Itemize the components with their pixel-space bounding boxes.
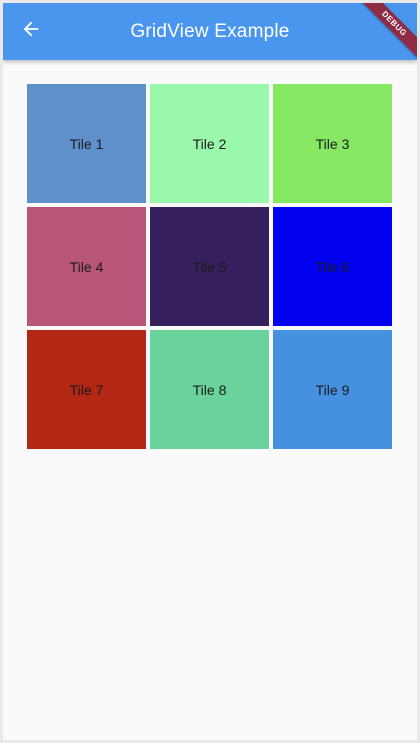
grid-tile-8[interactable]: Tile 8 [150, 330, 269, 449]
grid-tile-1[interactable]: Tile 1 [27, 84, 146, 203]
tile-label: Tile 7 [69, 381, 104, 398]
grid-tile-4[interactable]: Tile 4 [27, 207, 146, 326]
tile-label: Tile 5 [192, 258, 227, 275]
tile-label: Tile 6 [315, 258, 350, 275]
tile-label: Tile 2 [192, 135, 227, 152]
grid-tile-2[interactable]: Tile 2 [150, 84, 269, 203]
page-title: GridView Example [130, 21, 290, 42]
grid-tile-7[interactable]: Tile 7 [27, 330, 146, 449]
grid-tile-3[interactable]: Tile 3 [273, 84, 392, 203]
grid-tile-9[interactable]: Tile 9 [273, 330, 392, 449]
app-screen: GridView Example DEBUG Tile 1 Tile 2 Tile … [3, 3, 417, 740]
tile-label: Tile 4 [69, 258, 104, 275]
tile-label: Tile 1 [69, 135, 104, 152]
tile-grid: Tile 1 Tile 2 Tile 3 Tile 4 Tile 5 Tile 6 Tile… [27, 84, 392, 449]
grid-tile-5[interactable]: Tile 5 [150, 207, 269, 326]
tile-label: Tile 8 [192, 381, 227, 398]
tile-label: Tile 9 [315, 381, 350, 398]
tile-label: Tile 3 [315, 135, 350, 152]
app-bar: GridView Example [3, 3, 417, 60]
grid-tile-6[interactable]: Tile 6 [273, 207, 392, 326]
